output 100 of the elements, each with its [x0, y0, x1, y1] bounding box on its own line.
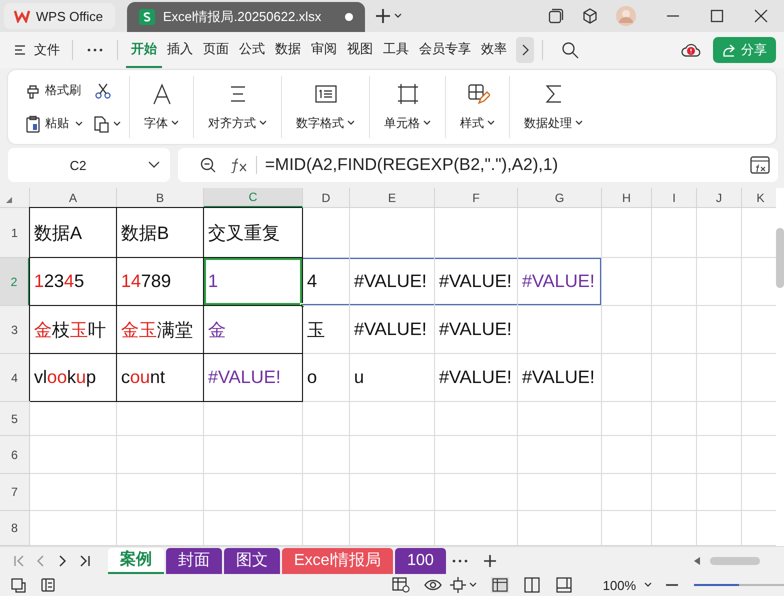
- ribbon-group-button[interactable]: 数据处理: [510, 74, 597, 140]
- table-cell[interactable]: [652, 436, 697, 474]
- table-cell[interactable]: #VALUE!: [435, 306, 518, 354]
- table-cell[interactable]: count: [117, 354, 204, 402]
- window-restore-icon[interactable]: [548, 8, 564, 24]
- row-header[interactable]: 5: [0, 402, 30, 436]
- macro-icon[interactable]: [10, 577, 26, 593]
- close-icon[interactable]: [754, 9, 768, 23]
- search-icon[interactable]: [561, 41, 579, 59]
- menu-tab[interactable]: 数据: [270, 32, 306, 68]
- format-painter-button[interactable]: 格式刷: [24, 82, 84, 100]
- table-cell[interactable]: [117, 436, 204, 474]
- table-cell[interactable]: [350, 402, 435, 436]
- insert-function-icon[interactable]: [750, 156, 770, 174]
- column-header[interactable]: E: [350, 188, 435, 208]
- file-tab[interactable]: Excel情报局.20250622.xlsx: [126, 2, 365, 32]
- table-cell[interactable]: [518, 474, 602, 511]
- page-break-icon[interactable]: [554, 577, 573, 593]
- cloud-alert-icon[interactable]: [681, 41, 701, 59]
- table-cell[interactable]: [652, 354, 697, 402]
- ribbon-group-button[interactable]: 对齐方式: [194, 74, 281, 140]
- ribbon-group-button[interactable]: 样式: [446, 74, 509, 140]
- freeze-panes-button[interactable]: [450, 577, 477, 593]
- row-header[interactable]: 8: [0, 511, 30, 546]
- table-cell[interactable]: [518, 306, 602, 354]
- scroll-left-icon[interactable]: [694, 556, 700, 564]
- table-cell[interactable]: [30, 402, 117, 436]
- name-box[interactable]: C2: [8, 148, 170, 182]
- sheet-tab[interactable]: 封面: [166, 548, 222, 574]
- table-cell[interactable]: [697, 258, 742, 306]
- menu-tab[interactable]: 会员专享: [414, 32, 476, 68]
- table-cell[interactable]: #VALUE!: [350, 258, 435, 306]
- table-cell[interactable]: [602, 474, 652, 511]
- fill-handle[interactable]: [300, 303, 305, 308]
- menu-tab[interactable]: 开始: [126, 32, 162, 68]
- column-header[interactable]: B: [117, 188, 204, 208]
- table-cell[interactable]: [518, 402, 602, 436]
- table-cell[interactable]: [204, 436, 303, 474]
- menu-tab[interactable]: 页面: [198, 32, 234, 68]
- sheet-tab[interactable]: Excel情报局: [282, 548, 394, 574]
- new-tab-icon[interactable]: [374, 8, 391, 24]
- table-cell[interactable]: [350, 436, 435, 474]
- file-menu-button[interactable]: 文件: [10, 41, 64, 59]
- table-cell[interactable]: [350, 208, 435, 258]
- table-cell[interactable]: [518, 208, 602, 258]
- table-cell[interactable]: [30, 474, 117, 511]
- vertical-scrollbar[interactable]: [776, 228, 784, 288]
- table-cell[interactable]: [518, 436, 602, 474]
- app-tab[interactable]: WPS Office: [4, 3, 115, 29]
- table-cell[interactable]: [204, 402, 303, 436]
- table-cell[interactable]: o: [303, 354, 350, 402]
- table-cell[interactable]: 金: [204, 306, 303, 354]
- menu-tab[interactable]: 效率: [476, 32, 512, 68]
- scissors-icon[interactable]: [94, 82, 112, 100]
- table-cell[interactable]: [117, 474, 204, 511]
- table-cell[interactable]: #VALUE!: [204, 354, 303, 402]
- avatar-icon[interactable]: [616, 6, 636, 26]
- table-cell[interactable]: [204, 474, 303, 511]
- table-cell[interactable]: [602, 436, 652, 474]
- horizontal-scrollbar[interactable]: [710, 556, 760, 564]
- table-cell[interactable]: #VALUE!: [435, 258, 518, 306]
- last-sheet-icon[interactable]: [79, 554, 91, 566]
- column-header[interactable]: K: [742, 188, 776, 208]
- table-cell[interactable]: [697, 474, 742, 511]
- sheet-tab[interactable]: 案例: [108, 548, 164, 574]
- formula-field[interactable]: =MID(A2,FIND(REGEXP(B2,"."),A2),1): [178, 148, 778, 182]
- row-header[interactable]: 6: [0, 436, 30, 474]
- scroll-right-button[interactable]: [516, 37, 534, 63]
- table-cell[interactable]: [697, 354, 742, 402]
- table-cell[interactable]: [697, 436, 742, 474]
- select-all-icon[interactable]: [5, 196, 13, 204]
- ribbon-group-button[interactable]: 字体: [130, 74, 193, 140]
- menu-tab[interactable]: 插入: [162, 32, 198, 68]
- zoom-dropdown[interactable]: 100%: [602, 578, 652, 592]
- table-cell[interactable]: [602, 354, 652, 402]
- table-cell[interactable]: [652, 258, 697, 306]
- copy-button[interactable]: [92, 114, 121, 132]
- table-cell[interactable]: 14789: [117, 258, 204, 306]
- row-header[interactable]: 1: [0, 208, 30, 258]
- column-header[interactable]: D: [303, 188, 350, 208]
- normal-view-icon[interactable]: [490, 577, 509, 593]
- table-cell[interactable]: 金玉满堂: [117, 306, 204, 354]
- table-cell[interactable]: [350, 474, 435, 511]
- table-cell[interactable]: [602, 402, 652, 436]
- table-cell[interactable]: [303, 402, 350, 436]
- function-icon[interactable]: [230, 157, 248, 173]
- table-cell[interactable]: 数据A: [30, 208, 117, 258]
- paste-button[interactable]: 粘贴: [24, 114, 84, 132]
- row-header[interactable]: 4: [0, 354, 30, 402]
- maximize-icon[interactable]: [710, 9, 724, 23]
- table-cell[interactable]: [697, 402, 742, 436]
- more-icon[interactable]: [87, 48, 103, 52]
- table-cell[interactable]: [117, 402, 204, 436]
- add-sheet-icon[interactable]: [484, 554, 496, 566]
- table-cell[interactable]: 4: [303, 258, 350, 306]
- column-header[interactable]: H: [602, 188, 652, 208]
- table-cell[interactable]: [435, 208, 518, 258]
- table-cell[interactable]: [652, 208, 697, 258]
- table-cell[interactable]: 玉: [303, 306, 350, 354]
- page-layout-icon[interactable]: [522, 577, 541, 593]
